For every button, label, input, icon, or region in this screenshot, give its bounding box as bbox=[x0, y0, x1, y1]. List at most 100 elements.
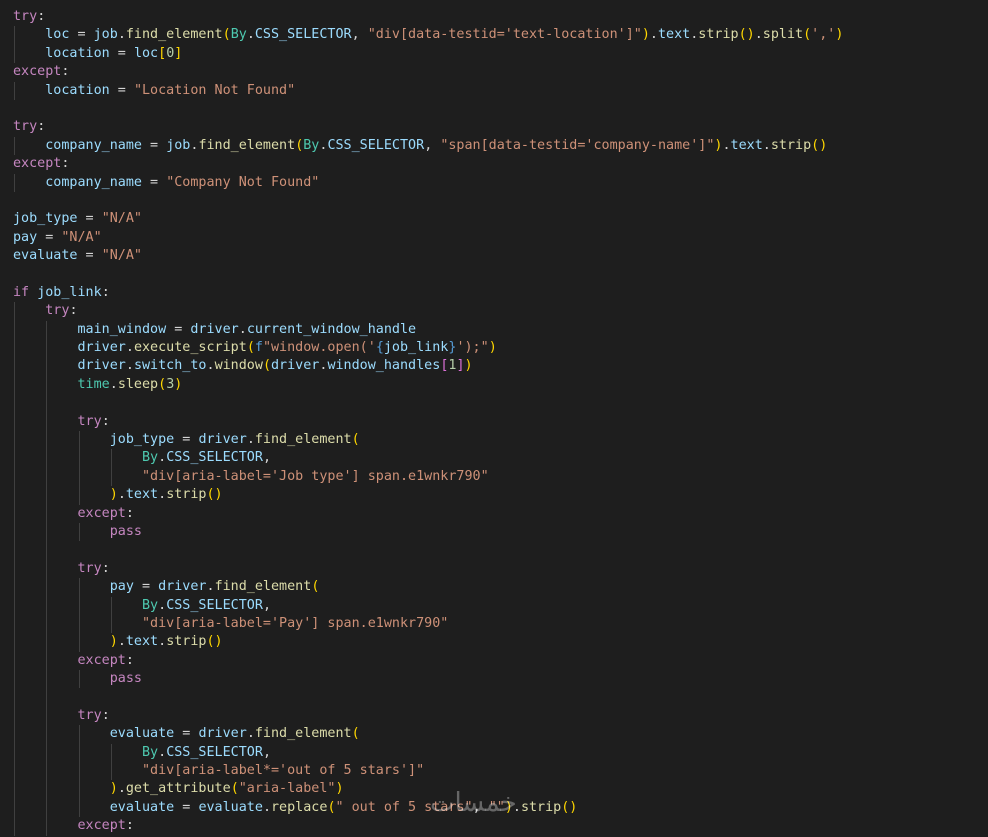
code-token: . bbox=[117, 634, 126, 650]
code-token: By bbox=[230, 27, 247, 43]
code-line[interactable]: By.CSS_SELECTOR, bbox=[0, 449, 988, 468]
indent-guide bbox=[78, 596, 80, 615]
code-line[interactable]: except: bbox=[0, 504, 988, 523]
indent-guide bbox=[14, 817, 15, 836]
code-line[interactable]: try: bbox=[0, 559, 988, 579]
code-token: = bbox=[69, 27, 94, 43]
code-token: find_element bbox=[125, 27, 223, 43]
code-line[interactable]: "div[aria-label*='out of 5 stars']" bbox=[0, 762, 988, 781]
code-line[interactable]: location = "Location Not Found" bbox=[0, 81, 988, 100]
code-token: except bbox=[77, 505, 126, 521]
code-token: location bbox=[45, 82, 110, 98]
code-line[interactable]: pay = driver.find_element( bbox=[0, 578, 988, 597]
indent-guide bbox=[46, 762, 48, 781]
code-token: . bbox=[754, 27, 763, 43]
code-line[interactable]: ).text.strip() bbox=[0, 633, 988, 652]
code-line[interactable]: job_type = driver.find_element( bbox=[0, 430, 988, 450]
code-line[interactable]: evaluate = "N/A" bbox=[0, 247, 988, 265]
code-token: ( bbox=[803, 27, 812, 43]
indent-guide bbox=[14, 375, 15, 395]
code-token: evaluate bbox=[109, 726, 175, 742]
code-token: ) bbox=[174, 376, 183, 392]
code-line[interactable]: if job_link: bbox=[0, 284, 988, 302]
code-token: . bbox=[117, 781, 126, 797]
code-line[interactable]: pass bbox=[0, 670, 988, 689]
code-line[interactable]: loc = job.find_element(By.CSS_SELECTOR, … bbox=[0, 26, 988, 45]
code-token: = bbox=[109, 45, 134, 61]
code-line[interactable]: except: bbox=[0, 155, 988, 173]
code-line[interactable]: driver.execute_script(f"window.open('{jo… bbox=[0, 339, 988, 358]
indent-guide bbox=[14, 541, 15, 560]
code-token: "Company Not Found" bbox=[166, 174, 320, 190]
indent-guide bbox=[110, 596, 112, 615]
code-line[interactable] bbox=[0, 541, 988, 560]
code-token: text bbox=[125, 487, 159, 503]
code-editor[interactable]: try: loc = job.find_element(By.CSS_SELEC… bbox=[0, 8, 988, 836]
code-line[interactable]: main_window = driver.current_window_hand… bbox=[0, 320, 988, 340]
code-line[interactable]: "div[aria-label='Job type'] span.e1wnkr7… bbox=[0, 467, 988, 487]
code-token: "window.open(' bbox=[262, 340, 376, 356]
code-token: . bbox=[262, 799, 271, 815]
code-token: CSS_SELECTOR bbox=[254, 27, 352, 43]
code-token: pass bbox=[109, 671, 142, 687]
code-line[interactable]: pass bbox=[0, 522, 988, 542]
code-token: . bbox=[238, 321, 247, 337]
code-token: ( bbox=[246, 340, 255, 356]
code-line[interactable]: "div[aria-label='Pay'] span.e1wnkr790" bbox=[0, 614, 988, 634]
code-token: job_link bbox=[383, 340, 449, 356]
code-line[interactable]: except: bbox=[0, 651, 988, 671]
indent-guide bbox=[14, 798, 15, 818]
code-line[interactable]: try: bbox=[0, 302, 988, 321]
indent-guide bbox=[14, 467, 15, 487]
code-line[interactable] bbox=[0, 394, 988, 413]
code-line[interactable]: try: bbox=[0, 412, 988, 431]
code-line[interactable] bbox=[0, 688, 988, 707]
code-line[interactable] bbox=[0, 100, 988, 118]
code-line[interactable]: driver.switch_to.window(driver.window_ha… bbox=[0, 357, 988, 376]
code-token: ( bbox=[262, 358, 271, 374]
code-token: ] bbox=[174, 45, 183, 61]
code-line[interactable]: evaluate = driver.find_element( bbox=[0, 725, 988, 744]
code-line[interactable]: By.CSS_SELECTOR, bbox=[0, 596, 988, 615]
code-token: . bbox=[246, 431, 255, 447]
code-line[interactable]: try: bbox=[0, 118, 988, 136]
code-token: = bbox=[174, 431, 199, 447]
code-token: driver bbox=[271, 358, 320, 374]
code-line[interactable]: By.CSS_SELECTOR, bbox=[0, 743, 988, 763]
code-token: . bbox=[158, 450, 167, 466]
indent-guide bbox=[110, 614, 112, 634]
code-token: . bbox=[158, 597, 167, 613]
code-line[interactable]: location = loc[0] bbox=[0, 44, 988, 64]
code-line[interactable]: company_name = "Company Not Found" bbox=[0, 173, 988, 192]
code-line[interactable] bbox=[0, 265, 988, 283]
code-token: = bbox=[109, 82, 134, 98]
code-token: CSS_SELECTOR bbox=[166, 450, 263, 466]
code-line[interactable]: except: bbox=[0, 63, 988, 81]
code-line[interactable]: job_type = "N/A" bbox=[0, 210, 988, 228]
code-token: By bbox=[303, 137, 320, 153]
code-line[interactable] bbox=[0, 192, 988, 210]
code-line[interactable]: try: bbox=[0, 8, 988, 26]
code-token: , bbox=[424, 137, 441, 153]
code-line[interactable]: try: bbox=[0, 706, 988, 726]
code-token: = bbox=[166, 321, 191, 337]
code-line[interactable]: except: bbox=[0, 817, 988, 836]
code-line[interactable]: ).text.strip() bbox=[0, 486, 988, 505]
code-line[interactable]: time.sleep(3) bbox=[0, 375, 988, 395]
code-line[interactable]: pay = "N/A" bbox=[0, 229, 988, 247]
code-token: pass bbox=[109, 523, 142, 539]
code-token: loc bbox=[133, 45, 159, 61]
code-token: except bbox=[13, 156, 62, 172]
code-token: try bbox=[13, 9, 38, 24]
indent-guide bbox=[14, 430, 15, 450]
code-token: ( bbox=[327, 799, 336, 815]
code-line[interactable]: company_name = job.find_element(By.CSS_S… bbox=[0, 136, 988, 156]
